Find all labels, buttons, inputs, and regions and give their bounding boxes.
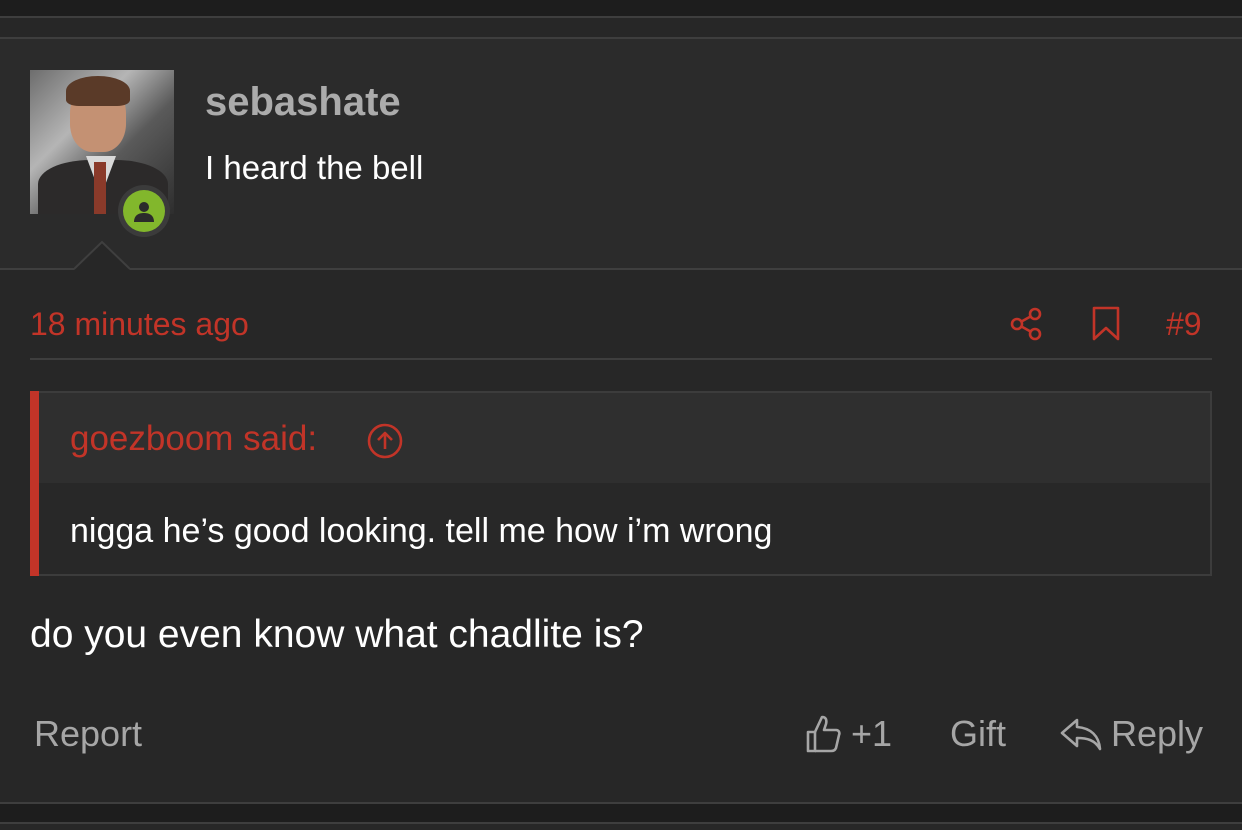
header-divider [0, 268, 1242, 270]
quote-block: goezboom said: nigga he’s good looking. … [30, 391, 1212, 576]
caret-pointer [74, 240, 130, 270]
like-count: +1 [851, 713, 893, 754]
like-button[interactable]: +1 [805, 713, 892, 755]
online-user-icon [123, 190, 165, 232]
divider [0, 16, 1242, 18]
gift-button[interactable]: Gift [950, 713, 1006, 755]
reply-arrow-icon [1060, 718, 1102, 751]
thumbs-up-icon [806, 715, 841, 753]
post-container: sebashate I heard the bell 18 minutes ag… [0, 39, 1242, 802]
user-header: sebashate I heard the bell [0, 39, 1242, 270]
user-title: I heard the bell [205, 149, 424, 186]
top-band [0, 0, 1242, 16]
report-button[interactable]: Report [34, 713, 142, 755]
post-timestamp[interactable]: 18 minutes ago [30, 304, 249, 344]
bottom-band [0, 804, 1242, 822]
quote-text: nigga he’s good looking. tell me how i’m… [70, 512, 773, 550]
quote-author-link[interactable]: goezboom said: [70, 419, 317, 459]
share-icon[interactable] [1008, 306, 1044, 342]
avatar-tie [94, 162, 106, 214]
post-number-link[interactable]: #9 [1166, 304, 1202, 344]
online-status-badge [118, 185, 170, 237]
divider [0, 822, 1242, 824]
meta-divider [30, 358, 1212, 360]
arrow-up-circle-icon[interactable] [366, 422, 404, 460]
bookmark-icon[interactable] [1090, 306, 1122, 342]
quote-accent-bar [30, 391, 39, 576]
reply-button[interactable]: Reply [1059, 713, 1203, 755]
reply-label: Reply [1111, 713, 1204, 754]
username[interactable]: sebashate [205, 79, 401, 125]
post-message: do you even know what chadlite is? [30, 613, 644, 656]
avatar-hair [66, 76, 130, 106]
